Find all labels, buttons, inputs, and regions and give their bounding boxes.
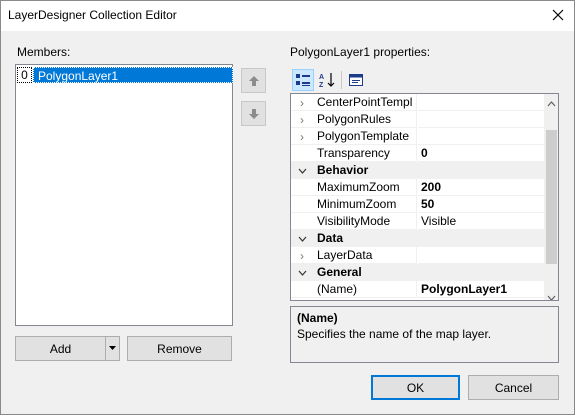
property-row[interactable]: › CenterPointTempl [291,94,544,111]
arrow-down-icon [248,108,259,119]
members-label: Members: [17,45,71,59]
property-value[interactable]: PolygonLayer1 [418,281,544,298]
list-item[interactable]: 0 PolygonLayer1 [17,67,233,83]
property-row[interactable]: Transparency 0 [291,145,544,162]
property-grid[interactable]: › CenterPointTempl › PolygonRules › Polygon… [290,93,559,301]
property-value[interactable] [418,247,544,264]
svg-text:Z: Z [319,82,324,89]
property-row-selected[interactable]: (Name) PolygonLayer1 [291,281,544,298]
category-name: Behavior [317,163,369,177]
category-name: Data [317,231,344,245]
add-button[interactable]: Add [15,336,105,361]
category-row-general[interactable]: General [291,264,544,281]
svg-text:A: A [319,74,324,81]
property-row[interactable]: MinimumZoom 50 [291,196,544,213]
description-panel: (Name) Specifies the name of the map lay… [290,306,559,363]
description-title: (Name) [297,311,338,325]
property-value[interactable]: 200 [418,179,544,196]
toolbar-separator [341,71,342,89]
scroll-up-icon[interactable] [547,96,556,110]
property-name: MinimumZoom [317,197,397,211]
close-icon[interactable] [549,6,567,24]
chevron-right-icon[interactable]: › [291,247,313,264]
chevron-down-icon[interactable] [291,264,313,281]
property-row[interactable]: › LayerData [291,247,544,264]
move-down-button[interactable] [241,101,266,126]
chevron-down-icon [109,346,116,350]
property-value[interactable]: 0 [418,145,544,162]
property-name: CenterPointTempl [317,95,413,109]
alphabetical-icon[interactable]: AZ [316,69,338,91]
members-list[interactable]: 0 PolygonLayer1 [15,64,233,326]
cancel-button[interactable]: Cancel [468,375,559,400]
property-name: MaximumZoom [317,180,400,194]
chevron-down-icon[interactable] [291,230,313,247]
description-text: Specifies the name of the map layer. [297,327,492,341]
property-value[interactable] [418,94,544,111]
move-up-button[interactable] [241,68,266,93]
property-pages-icon[interactable] [345,69,367,91]
chevron-right-icon[interactable]: › [291,128,313,145]
property-name: LayerData [317,248,373,262]
property-value[interactable]: Visible [418,213,544,230]
property-name: PolygonRules [317,112,392,126]
chevron-down-icon[interactable] [291,162,313,179]
property-value[interactable] [418,128,544,145]
chevron-right-icon[interactable]: › [291,111,313,128]
window-title: LayerDesigner Collection Editor [8,8,177,22]
scrollbar-thumb[interactable] [546,130,557,264]
category-name: General [317,265,362,279]
add-dropdown-button[interactable] [105,336,120,361]
property-value[interactable] [418,111,544,128]
property-name: Transparency [317,146,390,160]
ok-button[interactable]: OK [371,375,460,400]
category-row-behavior[interactable]: Behavior [291,162,544,179]
member-index: 0 [17,67,32,83]
property-name: (Name) [317,282,358,296]
arrow-up-icon [248,75,259,86]
chevron-right-icon[interactable]: › [291,94,313,111]
property-row[interactable]: VisibilityMode Visible [291,213,544,230]
property-value[interactable]: 50 [418,196,544,213]
property-row[interactable]: MaximumZoom 200 [291,179,544,196]
remove-button[interactable]: Remove [127,336,232,361]
property-name: PolygonTemplate [317,129,410,143]
member-name: PolygonLayer1 [33,67,233,83]
categorized-icon[interactable] [292,69,314,91]
scroll-down-icon[interactable] [547,290,556,300]
vertical-scrollbar[interactable] [544,94,558,300]
properties-label: PolygonLayer1 properties: [290,45,431,59]
property-name: VisibilityMode [317,214,391,228]
property-row[interactable]: › PolygonRules [291,111,544,128]
category-row-data[interactable]: Data [291,230,544,247]
property-row[interactable]: › PolygonTemplate [291,128,544,145]
